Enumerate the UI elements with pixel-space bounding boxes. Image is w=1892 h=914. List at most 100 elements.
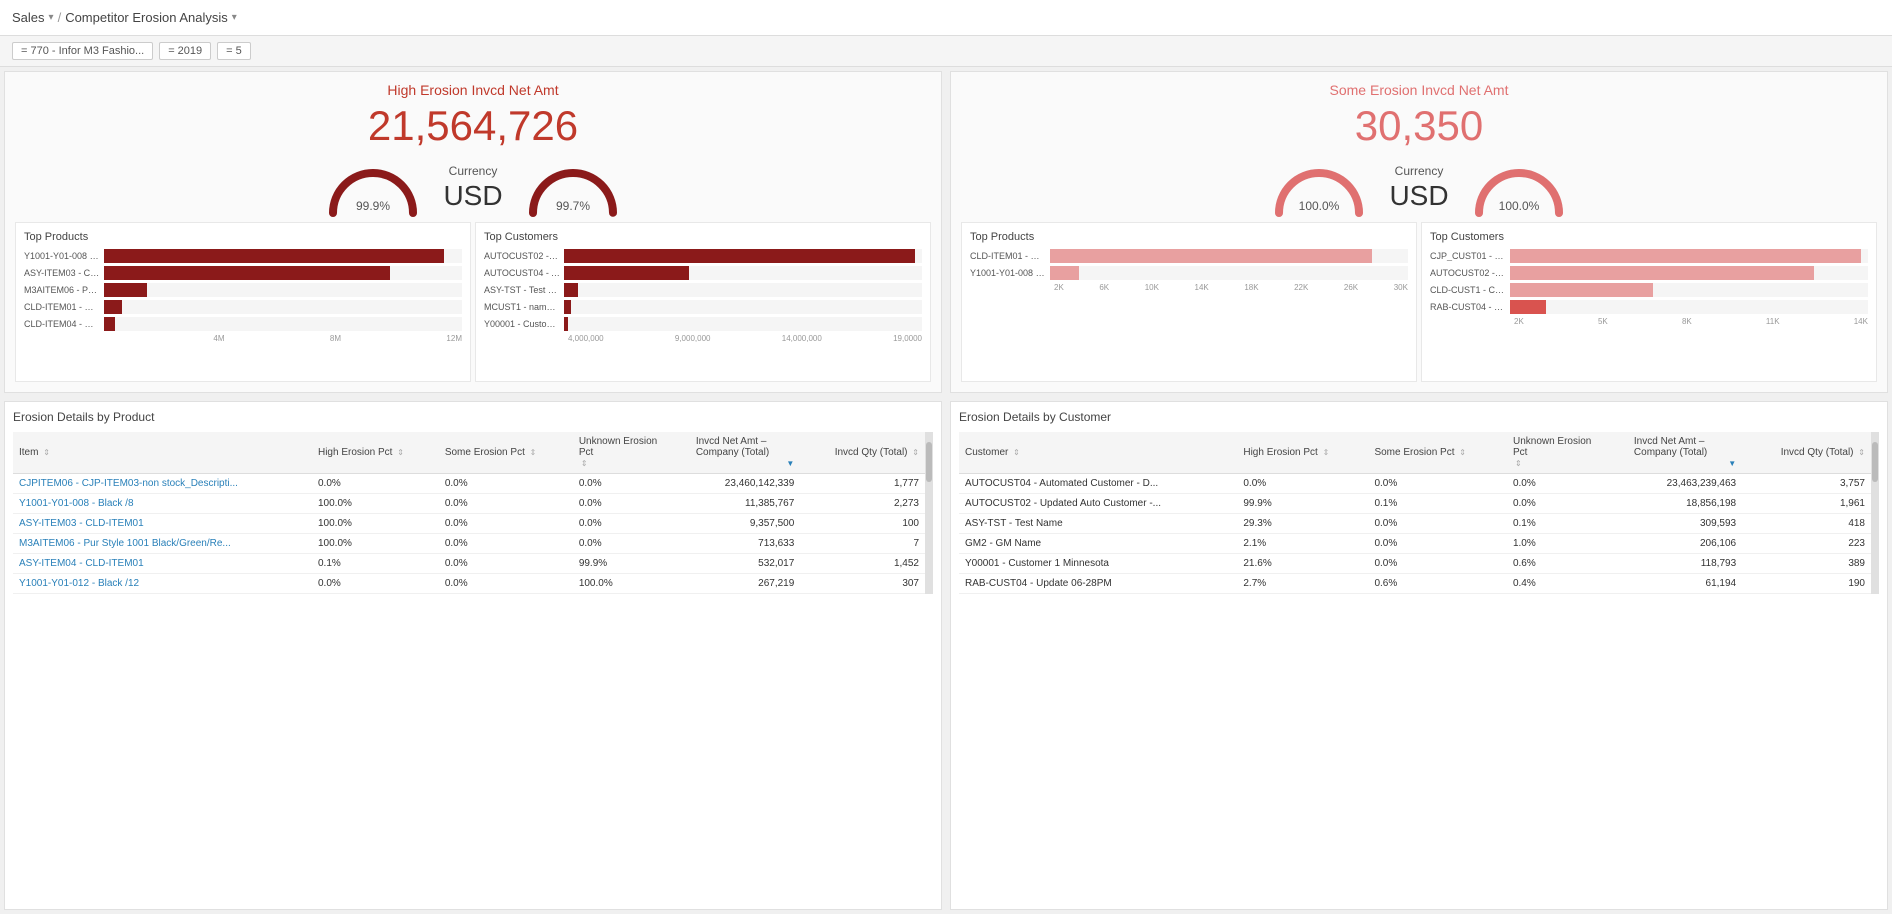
sort-icon-active: ▼ [786, 459, 794, 468]
cell-unknown: 100.0% [573, 574, 690, 594]
item-link[interactable]: ASY-ITEM04 - CLD-ITEM01 [19, 558, 144, 569]
left-customers-bars: AUTOCUST02 - U... AUTOCUST04 - A... ASY-… [484, 249, 922, 331]
left-products-bars: Y1001-Y01-008 - ... ASY-ITEM03 - CLD... … [24, 249, 462, 331]
right-gauges-row: 100.0% Currency USD 100.0% [961, 158, 1877, 218]
cell-some: 0.0% [439, 494, 573, 514]
table-row: ASY-ITEM04 - CLD-ITEM01 0.1% 0.0% 99.9% … [13, 554, 925, 574]
th-unknown-erosion[interactable]: Unknown ErosionPct ⇕ [1507, 432, 1628, 474]
cell-item: ASY-ITEM04 - CLD-ITEM01 [13, 554, 312, 574]
erosion-by-product-section: Erosion Details by Product Item ⇕ High E… [4, 401, 942, 910]
bar-label: AUTOCUST02 - U... [484, 251, 564, 261]
cell-some: 0.0% [439, 514, 573, 534]
th-qty[interactable]: Invcd Qty (Total) ⇕ [800, 432, 925, 474]
left-gauge-2-svg: 99.7% [523, 158, 623, 218]
svg-text:99.9%: 99.9% [356, 199, 390, 213]
cell-qty: 389 [1742, 554, 1871, 574]
th-some-erosion[interactable]: Some Erosion Pct ⇕ [1368, 432, 1507, 474]
filter-company[interactable]: = 770 - Infor M3 Fashio... [12, 42, 153, 60]
item-link[interactable]: Y1001-Y01-012 - Black /12 [19, 578, 139, 589]
bar-fill [564, 266, 689, 280]
th-customer[interactable]: Customer ⇕ [959, 432, 1237, 474]
bar-fill [104, 249, 444, 263]
bar-row: CLD-ITEM01 - CL... [24, 300, 462, 314]
item-link[interactable]: CJPITEM06 - CJP-ITEM03-non stock_Descrip… [19, 478, 238, 489]
right-top-products-title: Top Products [970, 231, 1408, 243]
cell-some: 0.0% [1368, 514, 1507, 534]
left-gauge-1-svg: 99.9% [323, 158, 423, 218]
sort-icon: ⇕ [397, 448, 404, 457]
cell-some: 0.6% [1368, 574, 1507, 594]
left-kpi-value: 21,564,726 [15, 102, 931, 150]
table-body: AUTOCUST04 - Automated Customer - D... 0… [959, 474, 1871, 594]
cell-qty: 2,273 [800, 494, 925, 514]
cell-some: 0.0% [1368, 534, 1507, 554]
bar-row: ASY-TST - Test Na... [484, 283, 922, 297]
left-charts-row: Top Products Y1001-Y01-008 - ... ASY-ITE… [15, 222, 931, 382]
bar-track [1510, 300, 1868, 314]
cell-some: 0.0% [439, 474, 573, 494]
table-row: CJPITEM06 - CJP-ITEM03-non stock_Descrip… [13, 474, 925, 494]
title-dropdown-icon[interactable]: ▾ [232, 12, 237, 23]
cell-net: 309,593 [1628, 514, 1742, 534]
nav-sales[interactable]: Sales [12, 10, 45, 25]
scrollbar-thumb [926, 442, 932, 482]
scrollbar-thumb [1872, 442, 1878, 482]
cell-item: ASY-ITEM03 - CLD-ITEM01 [13, 514, 312, 534]
breadcrumb-separator: / [58, 10, 62, 25]
bar-track [104, 283, 462, 297]
bar-track [1050, 266, 1408, 280]
bar-fill [1510, 266, 1814, 280]
bar-track [564, 317, 922, 331]
cell-some: 0.0% [1368, 554, 1507, 574]
bar-track [564, 249, 922, 263]
table-scrollbar-right[interactable] [1871, 432, 1879, 594]
cell-unknown: 0.0% [1507, 494, 1628, 514]
cell-customer: AUTOCUST02 - Updated Auto Customer -... [959, 494, 1237, 514]
th-net-amt[interactable]: Invcd Net Amt –Company (Total) ▼ [690, 432, 801, 474]
table-row: Y00001 - Customer 1 Minnesota 21.6% 0.0%… [959, 554, 1871, 574]
bar-row: CLD-ITEM01 - CL... [970, 249, 1408, 263]
cell-high: 29.3% [1237, 514, 1368, 534]
left-top-products-chart: Top Products Y1001-Y01-008 - ... ASY-ITE… [15, 222, 471, 382]
table-scrollbar[interactable] [925, 432, 933, 594]
sort-icon: ⇕ [1323, 448, 1330, 457]
th-high-erosion[interactable]: High Erosion Pct ⇕ [312, 432, 439, 474]
right-kpi-panel: Some Erosion Invcd Net Amt 30,350 100.0%… [950, 71, 1888, 393]
cell-qty: 190 [1742, 574, 1871, 594]
cell-high: 0.0% [312, 474, 439, 494]
cell-unknown: 1.0% [1507, 534, 1628, 554]
cell-net: 532,017 [690, 554, 801, 574]
th-high-erosion[interactable]: High Erosion Pct ⇕ [1237, 432, 1368, 474]
cell-qty: 418 [1742, 514, 1871, 534]
bar-label: CLD-ITEM04 - CL... [24, 319, 104, 329]
right-customers-bars: CJP_CUST01 - CJP... AUTOCUST02 - U... CL… [1430, 249, 1868, 314]
th-item[interactable]: Item ⇕ [13, 432, 312, 474]
item-link[interactable]: M3AITEM06 - Pur Style 1001 Black/Green/R… [19, 538, 231, 549]
filter-value[interactable]: = 5 [217, 42, 251, 60]
bar-row: AUTOCUST02 - U... [484, 249, 922, 263]
item-link[interactable]: ASY-ITEM03 - CLD-ITEM01 [19, 518, 144, 529]
th-qty[interactable]: Invcd Qty (Total) ⇕ [1742, 432, 1871, 474]
bar-track [1510, 283, 1868, 297]
th-some-erosion[interactable]: Some Erosion Pct ⇕ [439, 432, 573, 474]
th-net-amt[interactable]: Invcd Net Amt –Company (Total) ▼ [1628, 432, 1742, 474]
bar-label: ASY-TST - Test Na... [484, 285, 564, 295]
bar-label: RAB-CUST04 - Up... [1430, 302, 1510, 312]
table-row: M3AITEM06 - Pur Style 1001 Black/Green/R… [13, 534, 925, 554]
left-kpi-label: High Erosion Invcd Net Amt [15, 82, 931, 98]
bar-label: AUTOCUST04 - A... [484, 268, 564, 278]
dropdown-icon[interactable]: ▾ [49, 12, 54, 23]
cell-high: 2.1% [1237, 534, 1368, 554]
filter-year[interactable]: = 2019 [159, 42, 211, 60]
header: Sales ▾ / Competitor Erosion Analysis ▾ [0, 0, 1892, 36]
bar-label: Y1001-Y01-008 - ... [970, 268, 1050, 278]
th-unknown-erosion[interactable]: Unknown ErosionPct ⇕ [573, 432, 690, 474]
erosion-by-customer-title: Erosion Details by Customer [959, 410, 1879, 424]
table-header: Item ⇕ High Erosion Pct ⇕ Some Erosion P… [13, 432, 925, 474]
right-currency: Currency USD [1389, 164, 1448, 212]
left-gauge-2: 99.7% [523, 158, 623, 218]
sort-icon: ⇕ [912, 448, 919, 457]
item-link[interactable]: Y1001-Y01-008 - Black /8 [19, 498, 134, 509]
cell-unknown: 0.0% [573, 514, 690, 534]
table-row: ASY-ITEM03 - CLD-ITEM01 100.0% 0.0% 0.0%… [13, 514, 925, 534]
